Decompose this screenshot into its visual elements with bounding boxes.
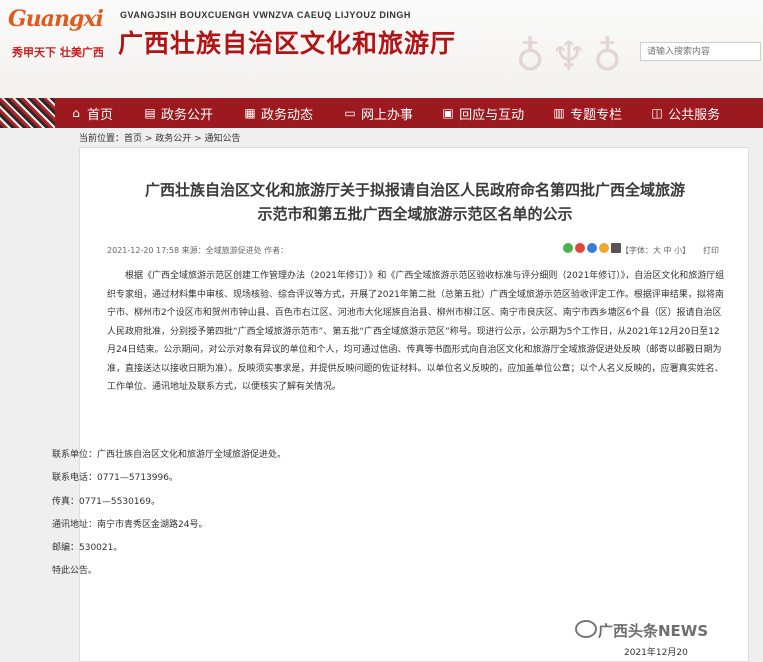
nav-label: 公共服务 xyxy=(668,107,721,123)
nav-online-service[interactable]: ▭ 网上办事 xyxy=(343,104,413,123)
contact-address: 通讯地址：南宁市青秀区金湖路24号。 xyxy=(52,520,208,530)
wechat-share-icon[interactable] xyxy=(563,243,573,253)
decorative-pattern-icon: ♁♆♁ xyxy=(515,34,628,80)
article-body: 根据《广西全域旅游示范区创建工作管理办法（2021年修订）》和《广西全域旅游示范… xyxy=(107,267,727,397)
slogan: 秀甲天下 壮美广西 xyxy=(12,46,104,59)
contact-unit: 联系单位：广西壮族自治区文化和旅游厅全域旅游促进处。 xyxy=(52,450,287,460)
qzone-share-icon[interactable] xyxy=(599,243,609,253)
footer-date: 2021年12月20 xyxy=(624,648,688,658)
nav-label: 首页 xyxy=(87,107,114,123)
nav-label: 政务公开 xyxy=(161,107,214,123)
folder-icon: ▥ xyxy=(553,106,565,120)
nav-home[interactable]: ⌂ 首页 xyxy=(69,104,113,123)
article-panel: 广西壮族自治区文化和旅游厅关于拟报请自治区人民政府命名第四批广西全域旅游 示范市… xyxy=(79,147,749,662)
article-title: 广西壮族自治区文化和旅游厅关于拟报请自治区人民政府命名第四批广西全域旅游 示范市… xyxy=(100,178,730,226)
more-share-icon[interactable] xyxy=(611,243,621,253)
site-title[interactable]: 广西壮族自治区文化和旅游厅 xyxy=(118,24,456,60)
chat-icon: ▣ xyxy=(442,106,454,120)
document-icon: ▤ xyxy=(144,106,156,120)
share-bar xyxy=(563,243,623,253)
nav-label: 网上办事 xyxy=(361,107,414,123)
nav-gov-news[interactable]: ▦ 政务动态 xyxy=(243,104,313,123)
nav-public-service[interactable]: ◫ 公共服务 xyxy=(650,104,720,123)
site-title-zhuang: GVANGJSIH BOUXCUENGH VWNZVA CAEUQ LIJYOU… xyxy=(120,10,411,20)
main-nav: ⌂ 首页 ▤ 政务公开 ▦ 政务动态 ▭ 网上办事 ▣ 回应与互动 ▥ 专题专栏… xyxy=(0,98,763,128)
article-meta: 2021-12-20 17:58 来源：全域旅游促进处 作者： xyxy=(107,246,289,255)
nav-interaction[interactable]: ▣ 回应与互动 xyxy=(441,104,524,123)
wechat-watermark-icon xyxy=(575,620,597,638)
nav-gov-affairs[interactable]: ▤ 政务公开 xyxy=(143,104,213,123)
nav-label: 政务动态 xyxy=(261,107,314,123)
computer-icon: ▭ xyxy=(344,106,356,120)
qq-share-icon[interactable] xyxy=(587,243,597,253)
nav-pattern-icon xyxy=(0,98,55,128)
breadcrumb[interactable]: 当前位置：首页 > 政务公开 > 通知公告 xyxy=(79,131,241,144)
home-icon: ⌂ xyxy=(72,106,80,120)
guangxi-logo[interactable]: Guangxi 秀甲天下 壮美广西 xyxy=(8,4,118,59)
print-link[interactable]: 打印 xyxy=(703,245,719,256)
news-icon: ▦ xyxy=(244,106,256,120)
title-line: 广西壮族自治区文化和旅游厅关于拟报请自治区人民政府命名第四批广西全域旅游 xyxy=(144,181,685,199)
contact-fax: 传真：0771—5530169。 xyxy=(52,497,160,507)
service-icon: ◫ xyxy=(651,106,663,120)
logo-wordmark: Guangxi xyxy=(8,6,104,32)
site-header: Guangxi 秀甲天下 壮美广西 GVANGJSIH BOUXCUENGH V… xyxy=(0,0,763,98)
nav-label: 专题专栏 xyxy=(570,107,623,123)
weibo-share-icon[interactable] xyxy=(575,243,585,253)
contact-phone: 联系电话：0771—5713996。 xyxy=(52,473,178,483)
nav-special-topics[interactable]: ▥ 专题专栏 xyxy=(552,104,622,123)
nav-label: 回应与互动 xyxy=(459,107,525,123)
contact-postcode: 邮编：530021。 xyxy=(52,543,123,553)
body-paragraph: 根据《广西全域旅游示范区创建工作管理办法（2021年修订）》和《广西全域旅游示范… xyxy=(107,271,725,392)
closing-notice: 特此公告。 xyxy=(52,566,98,576)
font-size-control[interactable]: 【字体：大 中 小】 xyxy=(621,245,690,256)
watermark-text: 广西头条NEWS xyxy=(598,622,709,640)
title-line: 示范市和第五批广西全域旅游示范区名单的公示 xyxy=(257,205,573,223)
search-input[interactable] xyxy=(640,42,761,61)
